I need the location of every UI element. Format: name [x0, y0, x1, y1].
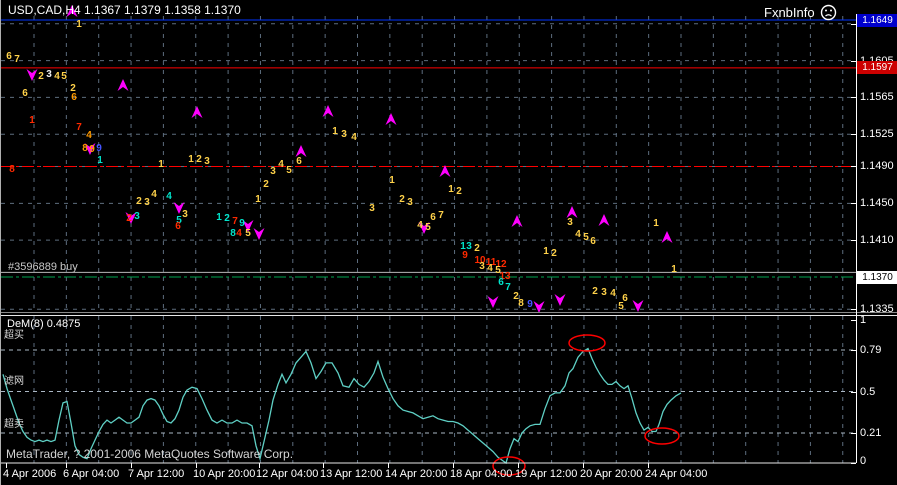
price-highlight-1.1649: 1.1649 [857, 14, 897, 27]
price-axis-label: 1.1525 [860, 129, 894, 140]
indicator-axis-label: 0.5 [860, 387, 875, 398]
time-axis-label: 4 Apr 2006 [3, 469, 56, 480]
indicator-axis-label: 1 [860, 315, 866, 326]
time-axis-label: 24 Apr 04:00 [645, 469, 707, 480]
time-axis-label: 13 Apr 12:00 [320, 469, 382, 480]
time-axis-label: 20 Apr 20:00 [580, 469, 642, 480]
time-axis-label: 10 Apr 20:00 [193, 469, 255, 480]
price-highlight-1.1370: 1.1370 [857, 271, 897, 284]
indicator-axis-tick [851, 463, 856, 464]
price-axis-label: 1.1410 [860, 235, 894, 246]
time-axis-label: 18 Apr 04:00 [450, 469, 512, 480]
mt4-chart-window: USD,CAD,H4 1.1367 1.1379 1.1358 1.1370 F… [0, 0, 897, 485]
indicator-axis-label: 0.21 [860, 428, 881, 439]
time-axis-label: 7 Apr 12:00 [128, 469, 184, 480]
indicator-axis-label: 0.79 [860, 345, 881, 356]
price-highlight-1.1597: 1.1597 [857, 61, 897, 74]
time-axis-label: 19 Apr 12:00 [515, 469, 577, 480]
price-axis-label: 1.1450 [860, 198, 894, 209]
indicator-axis-label: 0 [860, 456, 866, 467]
main-chart-pane[interactable] [1, 16, 856, 312]
price-axis-label: 1.1565 [860, 92, 894, 103]
price-axis-line [856, 14, 857, 463]
time-axis-label: 6 Apr 04:00 [63, 469, 119, 480]
time-axis-label: 12 Apr 04:00 [256, 469, 318, 480]
indicator-pane[interactable] [1, 316, 856, 463]
pane-separator-top[interactable] [1, 312, 897, 313]
price-axis-label: 1.1490 [860, 161, 894, 172]
time-axis-label: 14 Apr 20:00 [385, 469, 447, 480]
